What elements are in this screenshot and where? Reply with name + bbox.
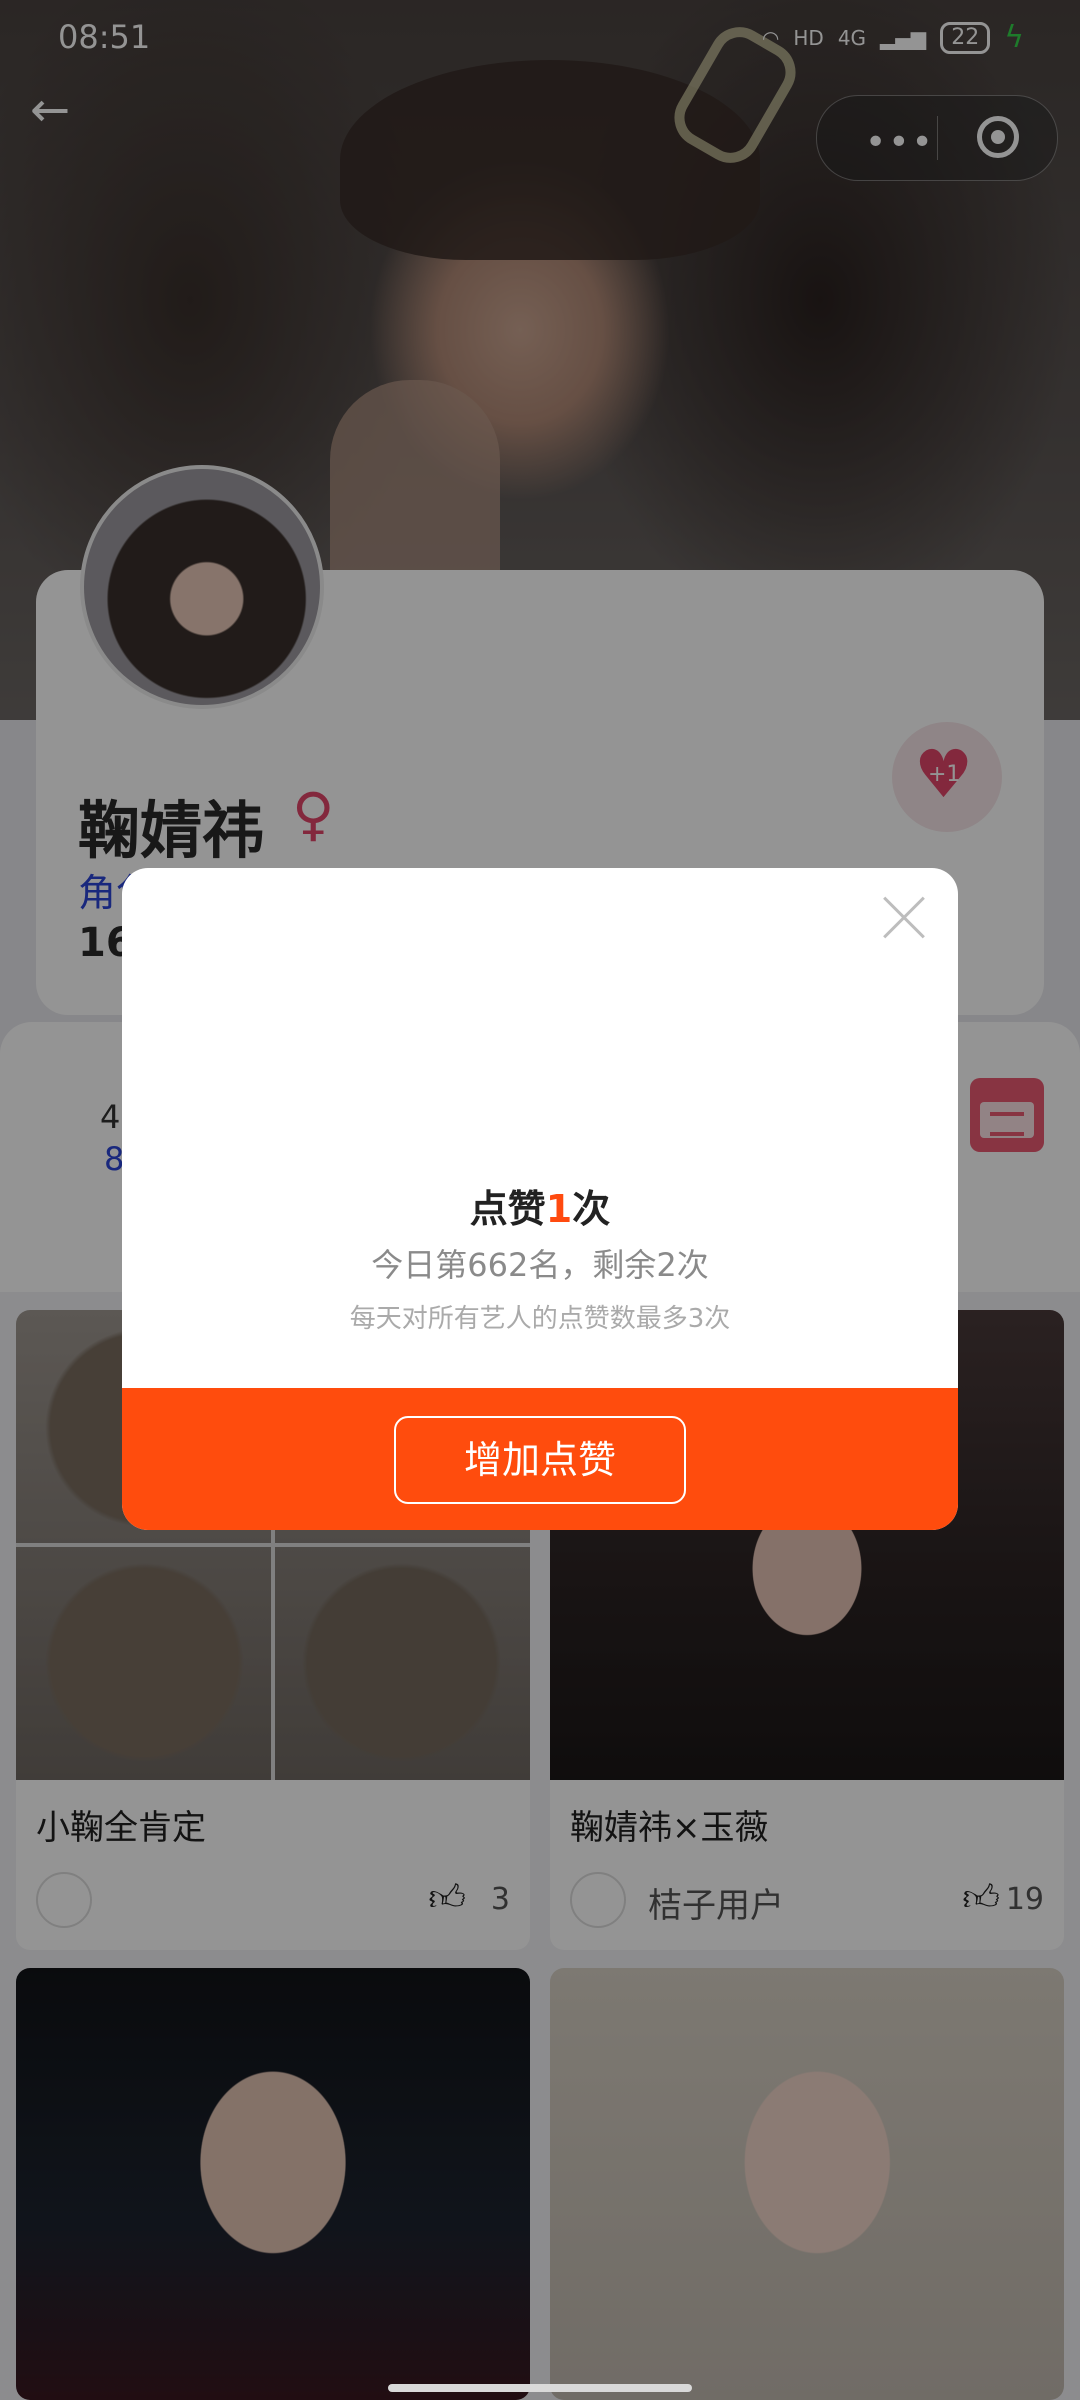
- dialog-footer: 增加点赞: [122, 1388, 958, 1530]
- add-like-button[interactable]: 增加点赞: [394, 1416, 686, 1504]
- dialog-title-count: 1: [545, 1187, 573, 1231]
- home-indicator[interactable]: [388, 2384, 692, 2392]
- dialog-title-prefix: 点赞: [469, 1187, 546, 1231]
- dialog-title-suffix: 次: [572, 1187, 611, 1231]
- dialog-title: 点赞1次: [122, 1178, 958, 1233]
- dialog-limit-text: 每天对所有艺人的点赞数最多3次: [349, 1304, 731, 1334]
- like-result-dialog: 点赞1次 今日第662名，剩余2次 每天对所有艺人的点赞数最多3次 增加点赞: [122, 868, 958, 1530]
- close-icon[interactable]: [882, 896, 926, 940]
- dialog-rank-text: 今日第662名，剩余2次: [371, 1246, 709, 1284]
